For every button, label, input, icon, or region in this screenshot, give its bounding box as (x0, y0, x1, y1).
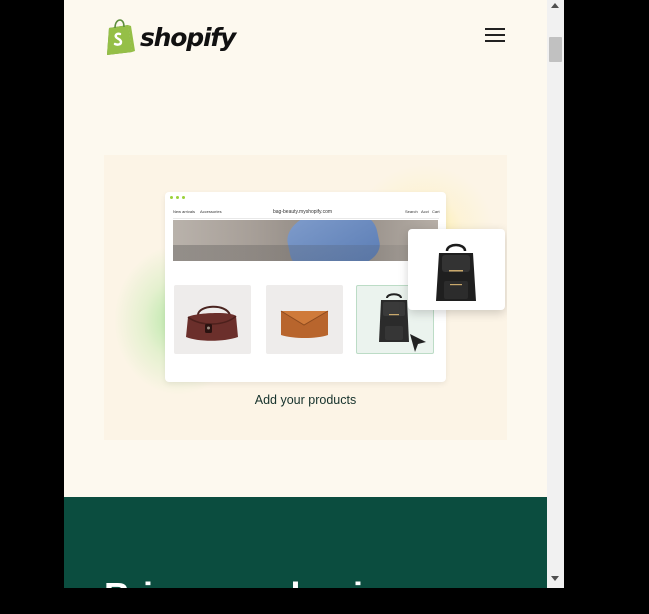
store-nav: New arrivals Accessories bag-beauty.mysh… (173, 209, 440, 217)
store-nav-item: Acct (421, 209, 429, 214)
black-backpack-large-icon (436, 243, 476, 301)
brown-handbag-icon (186, 305, 238, 341)
dragged-product-card (408, 229, 505, 310)
section-title: Bring your business (104, 575, 443, 588)
store-banner-image (173, 220, 438, 261)
store-nav-item: Accessories (200, 209, 222, 214)
shopify-bag-icon (107, 19, 135, 55)
vertical-scrollbar[interactable] (547, 0, 564, 588)
hamburger-menu-icon[interactable] (485, 28, 505, 42)
store-nav-item: Cart (432, 209, 440, 214)
hero-caption: Add your products (254, 393, 357, 407)
browser-viewport: shopify New arrivals Accessories bag-bea… (64, 0, 547, 588)
hero-illustration: New arrivals Accessories bag-beauty.mysh… (104, 155, 507, 440)
tan-clutch-icon (280, 310, 329, 338)
mouse-cursor-icon (410, 334, 426, 352)
scroll-up-arrow-icon[interactable] (551, 3, 559, 8)
window-dots (170, 196, 185, 199)
product-card-brown-bag (174, 285, 251, 354)
shopify-logo[interactable]: shopify (104, 19, 236, 55)
store-nav-item: New arrivals (173, 209, 196, 214)
product-card-tan-clutch (266, 285, 343, 354)
scrollbar-thumb[interactable] (549, 37, 562, 62)
logo-wordmark: shopify (140, 23, 236, 52)
store-url: bag-beauty.myshopify.com (273, 209, 333, 215)
scroll-down-arrow-icon[interactable] (551, 576, 559, 581)
store-preview-window: New arrivals Accessories bag-beauty.mysh… (165, 192, 446, 382)
green-section: Bring your business (64, 497, 547, 588)
store-nav-item: Search (405, 209, 418, 214)
